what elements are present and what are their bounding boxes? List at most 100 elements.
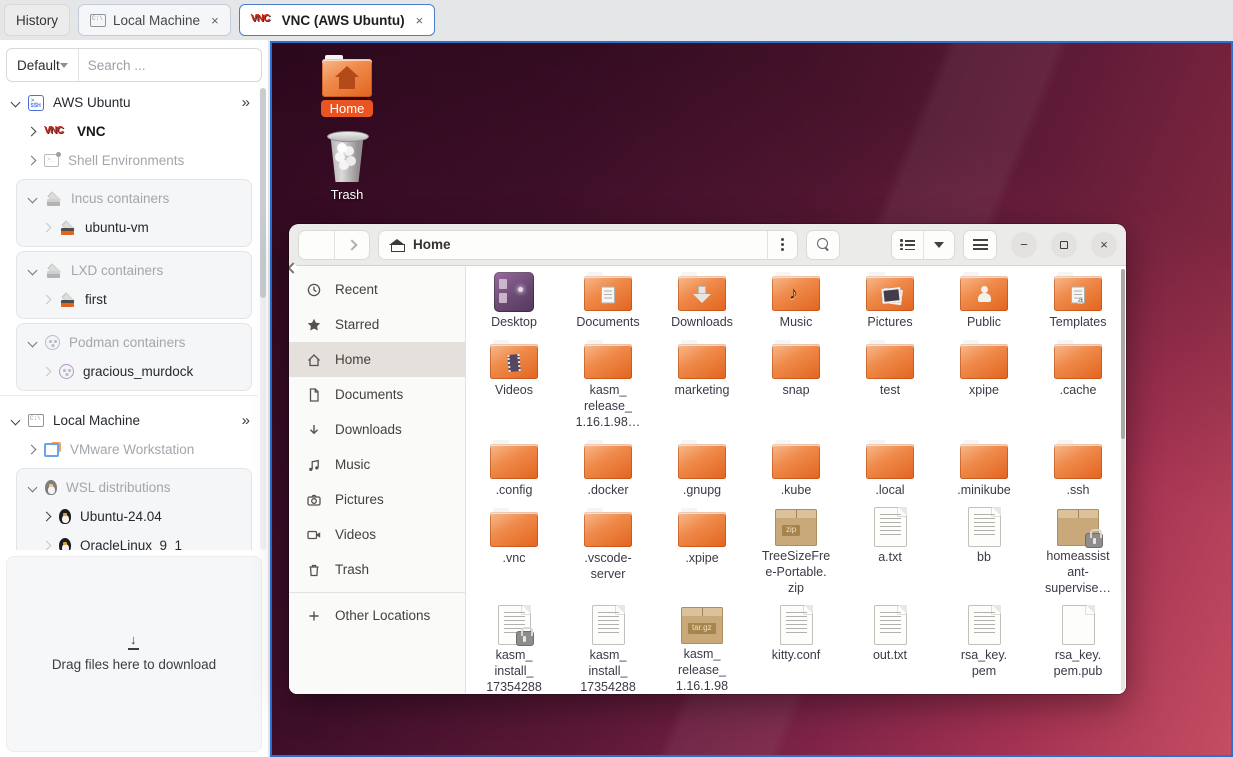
file-item[interactable]: xpipe [937,338,1031,430]
file-item[interactable]: Downloads [655,270,749,330]
tree-item-vmware-workstation[interactable]: VMware Workstation [0,435,258,464]
search-button[interactable] [806,230,840,260]
sidebar-item-music[interactable]: Music [289,447,465,482]
close-icon[interactable]: × [211,13,219,28]
minimize-button[interactable]: − [1011,232,1037,258]
file-item[interactable]: Templates [1031,270,1125,330]
file-item[interactable]: Videos [467,338,561,430]
desktop-icon-home[interactable]: Home [312,55,382,118]
file-item[interactable]: .kube [749,438,843,498]
file-item[interactable]: zipTreeSizeFre e-Portable. zip [749,506,843,596]
sidebar-item-downloads[interactable]: Downloads [289,412,465,447]
content-scrollbar[interactable] [1121,269,1125,691]
chevron-down-icon[interactable] [28,266,38,276]
file-item[interactable]: snap [749,338,843,430]
file-item[interactable]: homeassist ant- supervise… [1031,506,1125,596]
tree-item-shell-environments[interactable]: Shell Environments [0,146,258,175]
file-item[interactable]: .vnc [467,506,561,596]
file-item[interactable]: kasm_ install_ 17354288 [561,604,655,694]
file-item[interactable]: .ssh [1031,438,1125,498]
file-item[interactable]: Pictures [843,270,937,330]
chevron-right-icon[interactable] [27,127,37,137]
chevron-right-icon[interactable] [42,367,52,377]
view-options-button[interactable] [923,231,955,259]
tab-vnc-aws-ubuntu[interactable]: VNC (AWS Ubuntu) × [239,4,436,36]
tab-history[interactable]: History [4,4,70,36]
back-button[interactable] [299,231,334,259]
tree-item-incus-containers[interactable]: Incus containers [17,184,251,213]
tree-item-wsl-distributions[interactable]: WSL distributions [17,473,251,502]
chevron-down-icon[interactable] [11,416,21,426]
file-item[interactable]: rsa_key. pem [937,604,1031,694]
forward-button[interactable] [334,231,370,259]
file-item[interactable]: .vscode- server [561,506,655,596]
file-item[interactable]: .cache [1031,338,1125,430]
file-item[interactable]: test [843,338,937,430]
chevron-down-icon[interactable] [28,194,38,204]
sidebar-item-recent[interactable]: Recent [289,272,465,307]
tree-item-local-machine[interactable]: Local Machine » [0,406,258,435]
chevron-down-icon[interactable] [11,98,21,108]
file-item[interactable]: kitty.conf [749,604,843,694]
chevron-right-icon[interactable] [42,223,52,233]
file-item[interactable]: rsa_key. pem.pub [1031,604,1125,694]
file-item[interactable]: a.txt [843,506,937,596]
tree-item-ubuntu-vm[interactable]: ubuntu-vm [17,213,251,242]
download-dropzone[interactable]: Drag files here to download [6,556,262,752]
tree-item-ubuntu-24-04[interactable]: Ubuntu-24.04 [17,502,251,531]
chevron-right-icon[interactable] [27,445,37,455]
sidebar-item-home[interactable]: Home [289,342,465,377]
path-menu-button[interactable] [767,231,797,259]
vnc-viewport[interactable]: Home Trash Home [270,41,1233,757]
file-item[interactable]: kasm_ release_ 1.16.1.98… [561,338,655,430]
tree-item-first[interactable]: first [17,285,251,314]
chevron-right-icon[interactable] [42,295,52,305]
chevron-right-icon[interactable] [42,541,52,550]
main-menu-button[interactable] [963,230,997,260]
tree-item-lxd-containers[interactable]: LXD containers [17,256,251,285]
chevron-down-icon[interactable] [28,483,38,493]
expand-chevrons-icon[interactable]: » [242,412,258,429]
tree-item-vnc[interactable]: VNC [0,117,258,146]
close-icon[interactable]: × [416,13,424,28]
file-item[interactable]: bb [937,506,1031,596]
tab-local-machine[interactable]: Local Machine × [78,4,231,36]
tree-item-oraclelinux-9-1[interactable]: OracleLinux_9_1 [17,531,251,550]
file-item[interactable]: tar.gzkasm_ release_ 1.16.1.98 [655,604,749,694]
file-manager-headerbar[interactable]: Home − × [289,224,1126,266]
file-item[interactable]: .gnupg [655,438,749,498]
file-item[interactable]: .local [843,438,937,498]
file-item[interactable]: Documents [561,270,655,330]
tree-scrollbar[interactable] [260,88,266,550]
file-item[interactable]: kasm_ install_ 17354288 [467,604,561,694]
sidebar-item-trash[interactable]: Trash [289,552,465,587]
sidebar-item-documents[interactable]: Documents [289,377,465,412]
file-item[interactable]: Music [749,270,843,330]
category-dropdown[interactable]: Default [7,49,79,81]
chevron-right-icon[interactable] [27,156,37,166]
desktop-icon-trash[interactable]: Trash [312,131,382,204]
tree-item-podman-containers[interactable]: Podman containers [17,328,251,357]
file-item[interactable]: Public [937,270,1031,330]
chevron-down-icon[interactable] [28,338,38,348]
sidebar-item-videos[interactable]: Videos [289,517,465,552]
maximize-button[interactable] [1051,232,1077,258]
search-input[interactable] [88,58,262,73]
tree-item-gracious-murdock[interactable]: gracious_murdock [17,357,251,386]
close-button[interactable]: × [1091,232,1117,258]
sidebar-item-other-locations[interactable]: Other Locations [289,598,465,633]
file-item[interactable]: .xpipe [655,506,749,596]
file-item[interactable]: Desktop [467,270,561,330]
sidebar-item-starred[interactable]: Starred [289,307,465,342]
file-item[interactable]: .config [467,438,561,498]
file-item[interactable]: marketing [655,338,749,430]
file-item[interactable]: out.txt [843,604,937,694]
file-item[interactable]: .docker [561,438,655,498]
expand-chevrons-icon[interactable]: » [242,94,258,111]
chevron-right-icon[interactable] [42,512,52,522]
path-bar[interactable]: Home [378,230,798,260]
tree-item-aws-ubuntu[interactable]: AWS Ubuntu » [0,88,258,117]
list-view-button[interactable] [892,231,923,259]
sidebar-item-pictures[interactable]: Pictures [289,482,465,517]
file-item[interactable]: .minikube [937,438,1031,498]
